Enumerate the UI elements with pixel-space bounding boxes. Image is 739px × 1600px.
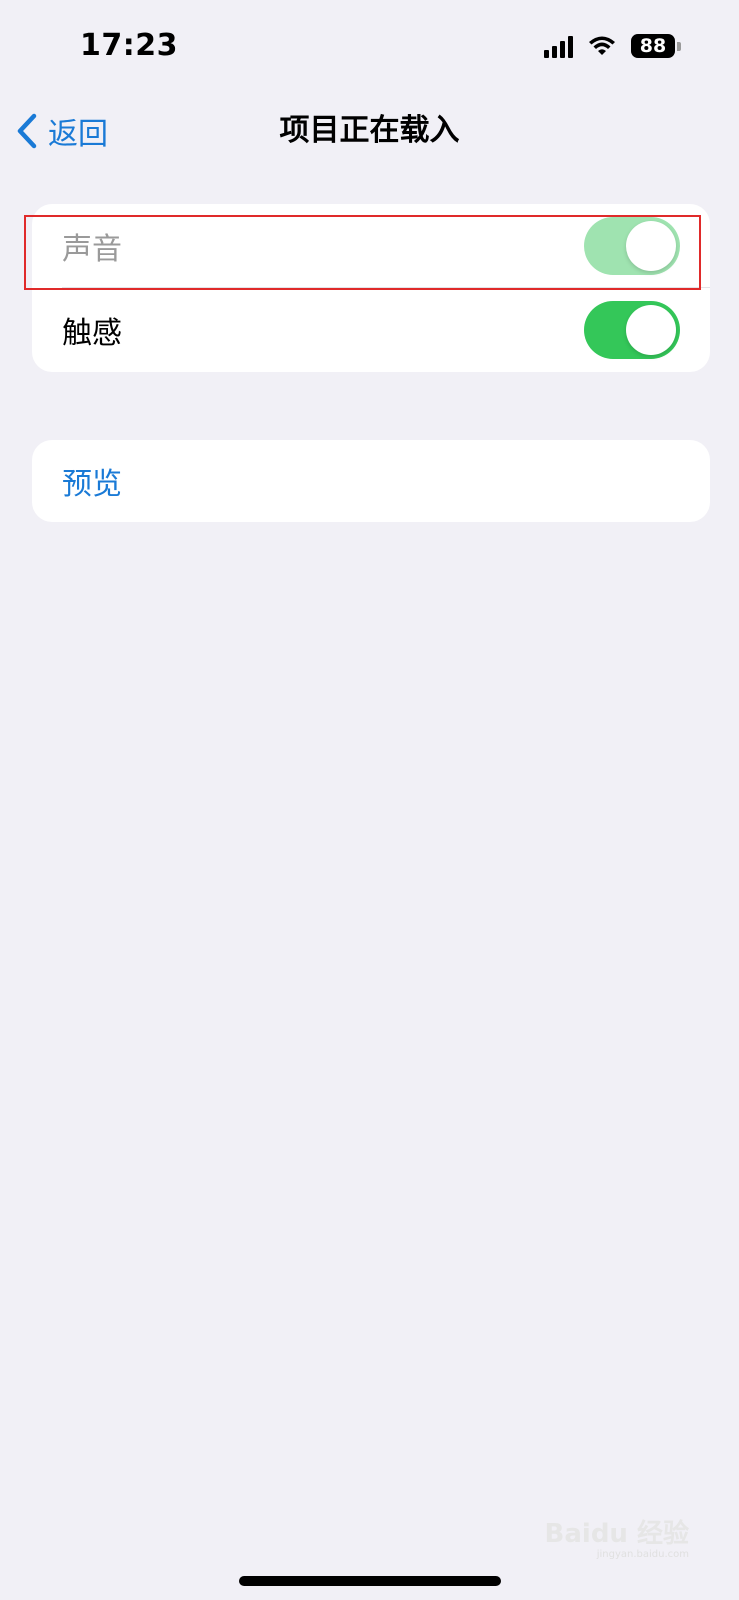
preview-button[interactable]: 预览	[32, 440, 710, 522]
haptics-row: 触感	[32, 288, 710, 372]
toggle-knob	[626, 305, 676, 355]
sound-label: 声音	[62, 232, 122, 267]
wifi-icon	[589, 36, 615, 55]
page-title: 项目正在载入	[279, 113, 460, 148]
status-time: 17:23	[80, 28, 178, 63]
haptics-toggle[interactable]	[584, 301, 680, 359]
sound-toggle[interactable]	[584, 217, 680, 275]
sound-row: 声音	[32, 204, 710, 288]
status-bar: 17:23 88	[0, 0, 739, 100]
status-icons: 88	[544, 34, 681, 58]
battery-icon: 88	[631, 34, 681, 58]
signal-icon	[544, 34, 573, 58]
home-indicator[interactable]	[239, 1576, 501, 1586]
watermark-sub: jingyan.baidu.com	[596, 1549, 689, 1560]
preview-label: 预览	[62, 467, 122, 502]
preview-group: 预览	[32, 440, 710, 522]
toggle-knob	[626, 221, 676, 271]
watermark-logo: Baidu 经验 jingyan.baidu.com	[545, 1520, 689, 1560]
back-label: 返回	[48, 117, 108, 152]
haptics-label: 触感	[62, 316, 122, 351]
chevron-left-icon	[16, 113, 38, 149]
settings-group: 声音 触感	[32, 204, 710, 372]
back-button[interactable]: 返回	[16, 108, 108, 154]
nav-bar: 项目正在载入 返回	[0, 100, 739, 162]
battery-level: 88	[631, 34, 675, 58]
watermark-text: Baidu 经验	[544, 1519, 689, 1550]
